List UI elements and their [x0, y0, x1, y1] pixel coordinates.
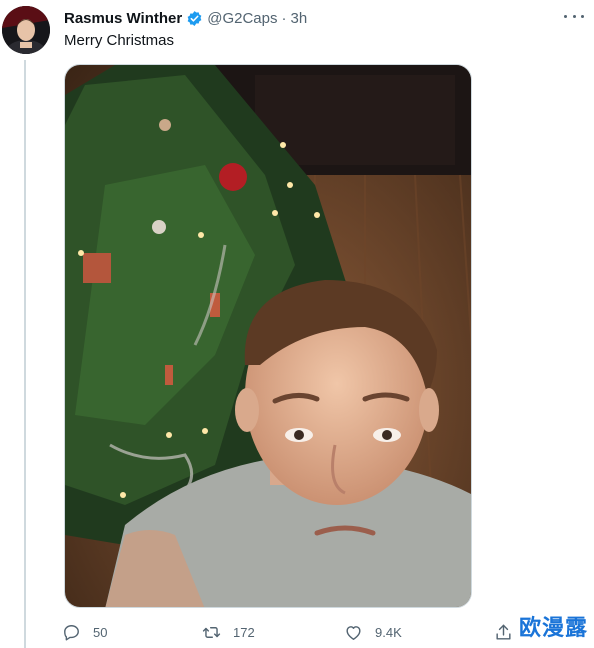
timestamp[interactable]: 3h — [291, 10, 308, 27]
reply-button[interactable]: 50 — [62, 620, 107, 644]
tweet-header: Rasmus Winther @G2Caps · 3h — [64, 8, 307, 28]
like-button[interactable]: 9.4K — [344, 620, 402, 644]
display-name[interactable]: Rasmus Winther — [64, 10, 182, 27]
handle[interactable]: @G2Caps — [207, 10, 277, 27]
photo-image — [65, 65, 471, 607]
separator-dot: · — [281, 9, 287, 27]
watermark-logo: 欧漫露 — [518, 616, 588, 641]
share-icon — [496, 624, 511, 640]
avatar[interactable] — [2, 6, 50, 54]
retweet-count: 172 — [233, 624, 255, 640]
thread-line — [24, 60, 26, 648]
more-icon[interactable] — [564, 10, 584, 22]
tweet-text: Merry Christmas — [64, 32, 175, 49]
like-count: 9.4K — [375, 624, 402, 640]
retweet-icon — [202, 626, 221, 638]
like-icon — [346, 625, 361, 640]
reply-count: 50 — [93, 624, 108, 640]
share-button[interactable] — [494, 620, 513, 644]
verified-badge-icon — [187, 10, 202, 26]
tweet-photo[interactable] — [64, 64, 472, 608]
tweet-actions: 50 172 9.4K — [62, 620, 522, 644]
reply-icon — [64, 624, 79, 640]
avatar-image — [2, 6, 50, 54]
retweet-button[interactable]: 172 — [202, 620, 255, 644]
